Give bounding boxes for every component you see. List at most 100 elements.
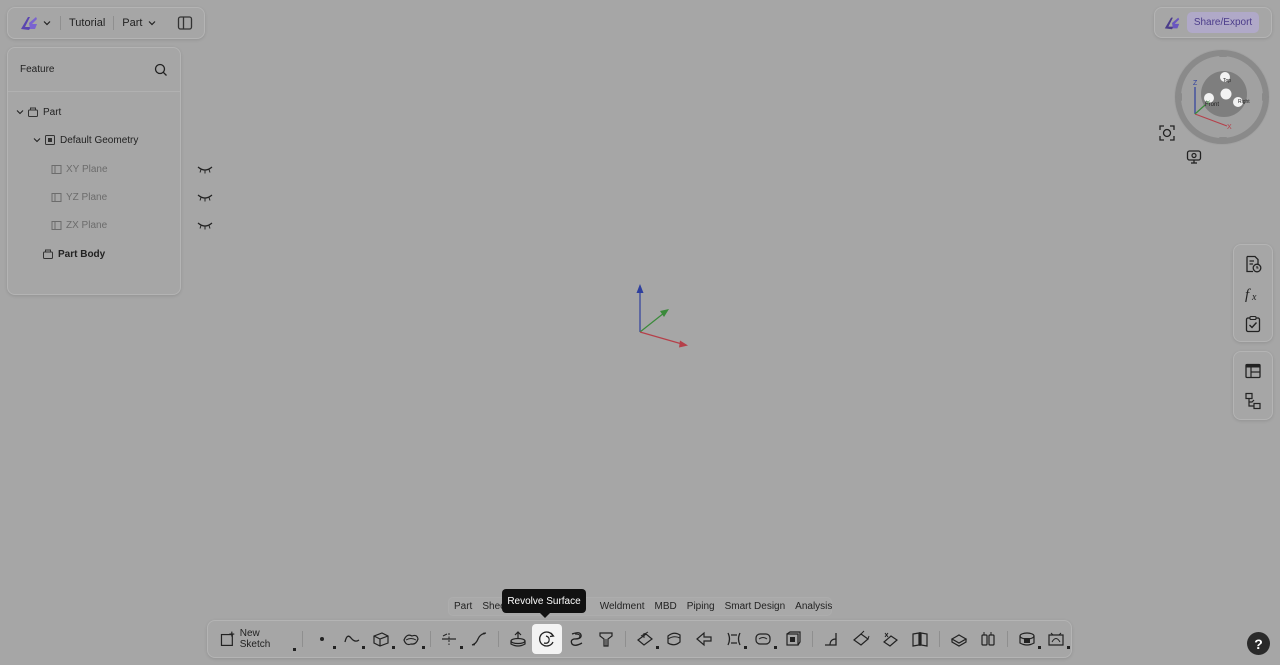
app-logo-icon[interactable] xyxy=(19,13,39,33)
share-export-button[interactable]: Share/Export xyxy=(1187,12,1259,33)
tab-smart-design[interactable]: Smart Design xyxy=(720,601,791,612)
sweep-surface-tool[interactable] xyxy=(562,624,592,654)
svg-text:x: x xyxy=(1251,292,1257,303)
revolve-surface-tool[interactable] xyxy=(532,624,562,654)
dropdown-indicator xyxy=(421,646,425,649)
dropdown-indicator xyxy=(1067,646,1071,649)
split-book-icon xyxy=(912,632,928,647)
formula-button[interactable]: f x xyxy=(1236,279,1270,309)
document-history-button[interactable] xyxy=(1236,249,1270,279)
spline-curve-icon xyxy=(344,635,360,643)
panel-toggle-icon[interactable] xyxy=(177,15,193,31)
toolbar-divider xyxy=(625,631,627,647)
tab-part[interactable]: Part xyxy=(449,601,477,612)
help-button[interactable]: ? xyxy=(1247,632,1270,655)
tree-item-zx-plane[interactable]: ZX Plane xyxy=(51,216,213,234)
mass-properties-icon xyxy=(1048,632,1064,646)
origin-triad xyxy=(636,284,688,348)
layout-button[interactable] xyxy=(1236,356,1270,386)
extrude-icon xyxy=(509,631,526,647)
surface-to-solid-tool[interactable] xyxy=(778,624,808,654)
sweep-surface-icon xyxy=(570,632,582,646)
search-icon[interactable] xyxy=(154,63,168,77)
right-toolbar-bottom xyxy=(1233,351,1273,420)
dropdown-indicator xyxy=(744,646,748,649)
tab-weldment[interactable]: Weldment xyxy=(595,601,650,612)
chevron-down-icon[interactable] xyxy=(16,108,24,116)
fillet-tool[interactable] xyxy=(816,624,846,654)
dropdown-indicator xyxy=(332,646,336,649)
dropdown-indicator xyxy=(362,646,366,649)
tree-item-part-body[interactable]: Part Body xyxy=(42,245,105,263)
reference-axis-icon xyxy=(442,633,457,645)
loft-surface-icon xyxy=(599,632,613,647)
tree-item-xy-plane[interactable]: XY Plane xyxy=(51,160,213,178)
new-sketch-label: New Sketch xyxy=(239,628,271,650)
divider xyxy=(113,16,115,30)
material-tool[interactable] xyxy=(1012,624,1042,654)
point-icon xyxy=(320,637,325,641)
svg-text:f: f xyxy=(1245,287,1251,303)
eye-closed-icon[interactable] xyxy=(197,193,213,202)
chevron-down-icon[interactable] xyxy=(33,136,41,144)
clipboard-check-icon xyxy=(1245,315,1261,333)
chevron-down-icon[interactable] xyxy=(42,18,52,28)
point-tool[interactable] xyxy=(307,624,337,654)
split-tool[interactable] xyxy=(905,624,935,654)
triad-arrow-x xyxy=(679,340,688,348)
pattern-tool[interactable] xyxy=(973,624,1003,654)
tree-item-part[interactable]: Part xyxy=(16,103,61,121)
axis-label-z: Z xyxy=(1193,80,1198,87)
divider xyxy=(60,16,61,30)
eye-closed-icon[interactable] xyxy=(197,165,213,174)
display-mode-icon[interactable] xyxy=(1186,149,1202,165)
curve-tool[interactable] xyxy=(337,624,367,654)
draft-tool[interactable] xyxy=(876,624,906,654)
tab-piping[interactable]: Piping xyxy=(682,601,720,612)
geometry-icon xyxy=(45,135,55,145)
view-cube[interactable]: Top Front Right Z Y X xyxy=(1172,47,1272,147)
relationship-button[interactable] xyxy=(1236,386,1270,416)
chevron-down-icon[interactable] xyxy=(147,18,157,28)
trim-surface-icon xyxy=(726,632,741,646)
chamfer-tool[interactable] xyxy=(846,624,876,654)
tree-item-yz-plane[interactable]: YZ Plane xyxy=(51,188,213,206)
tree-item-label: XY Plane xyxy=(66,163,108,175)
cube-face-label: Right xyxy=(1238,99,1250,105)
toolbar-divider xyxy=(302,631,304,647)
body-icon xyxy=(43,249,53,259)
new-sketch-icon xyxy=(220,631,235,646)
triad-axis-x xyxy=(639,331,683,345)
thicken-tool[interactable] xyxy=(660,624,690,654)
tab-analysis[interactable]: Analysis xyxy=(790,601,837,612)
dropdown-indicator xyxy=(773,646,777,649)
extrude-tool[interactable] xyxy=(503,624,533,654)
zoom-fit-icon[interactable] xyxy=(1159,125,1175,141)
move-body-icon xyxy=(950,634,967,647)
sketch-curve-tool[interactable] xyxy=(464,624,494,654)
fillet-icon xyxy=(825,633,837,646)
boundary-surface-tool[interactable] xyxy=(396,624,426,654)
reference-plane-tool[interactable] xyxy=(435,624,465,654)
tree-item-label: ZX Plane xyxy=(66,219,108,231)
draft-icon xyxy=(883,632,899,647)
tree-item-default-geometry[interactable]: Default Geometry xyxy=(33,131,138,149)
mass-properties-tool[interactable] xyxy=(1042,624,1072,654)
eye-closed-icon[interactable] xyxy=(197,221,213,230)
toolbar-divider xyxy=(938,631,940,647)
plane-icon xyxy=(51,192,62,202)
extend-surface-tool[interactable] xyxy=(689,624,719,654)
project-name[interactable]: Tutorial xyxy=(69,17,105,29)
offset-surface-tool[interactable] xyxy=(630,624,660,654)
trim-surface-tool[interactable] xyxy=(719,624,749,654)
mode-selector[interactable]: Part xyxy=(122,17,142,29)
extrude-surface-tool[interactable] xyxy=(366,624,396,654)
move-body-tool[interactable] xyxy=(944,624,974,654)
table-icon xyxy=(1245,363,1261,379)
new-sketch-button[interactable]: New Sketch xyxy=(220,628,298,651)
checklist-button[interactable] xyxy=(1236,309,1270,339)
fill-surface-tool[interactable] xyxy=(748,624,778,654)
tab-mbd[interactable]: MBD xyxy=(650,601,682,612)
loft-surface-tool[interactable] xyxy=(591,624,621,654)
share-bar: Share/Export xyxy=(1154,7,1272,38)
